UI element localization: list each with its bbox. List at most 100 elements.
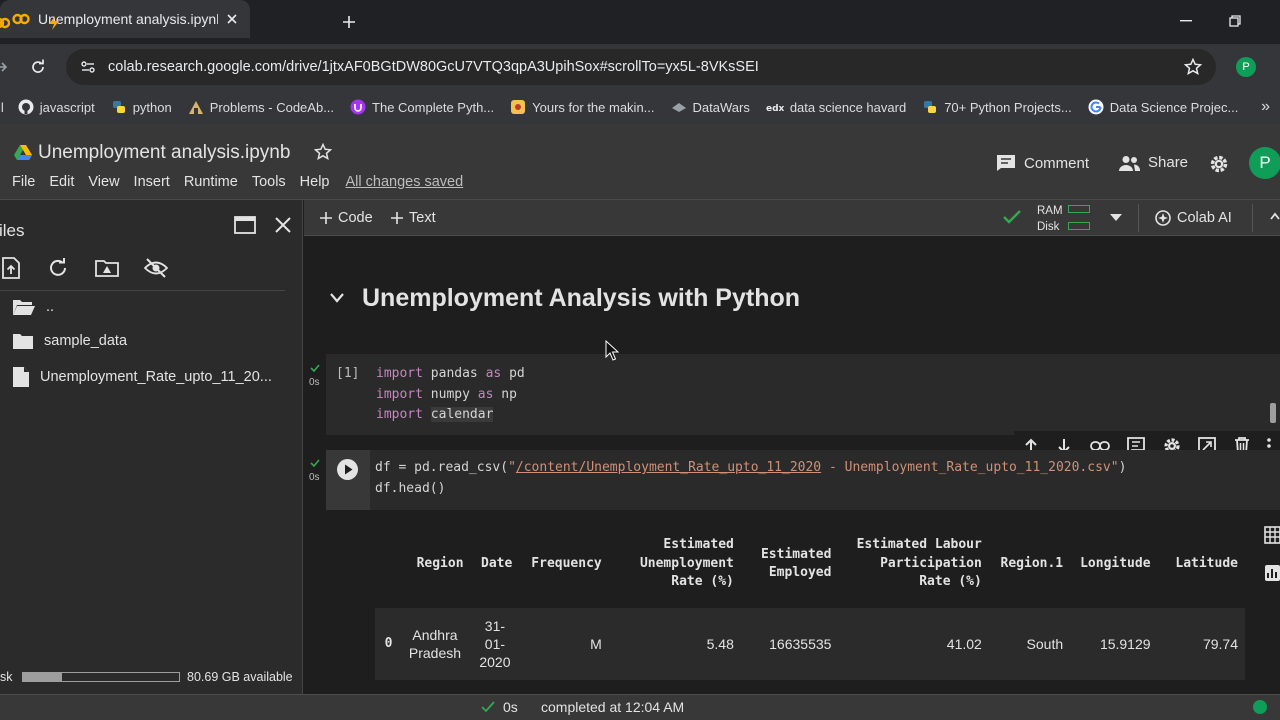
disk-available: 80.69 GB available xyxy=(187,670,293,684)
forward-arrow-icon[interactable] xyxy=(0,60,8,74)
bookmark-datawars[interactable]: DataWars xyxy=(671,99,750,115)
cell-labour-participation: 41.02 xyxy=(838,608,989,680)
pinned-tab-2[interactable] xyxy=(46,10,62,36)
section-heading[interactable]: Unemployment Analysis with Python xyxy=(362,284,800,313)
resources-labels[interactable]: RAM Disk xyxy=(1037,203,1063,235)
close-sidebar-icon[interactable] xyxy=(275,217,291,233)
menu-file[interactable]: File xyxy=(12,174,35,190)
hide-files-eye-icon[interactable] xyxy=(144,257,168,279)
bookmark-cut-label[interactable]: il xyxy=(0,100,4,115)
menu-insert[interactable]: Insert xyxy=(134,174,170,190)
udemy-icon xyxy=(350,99,366,115)
bookmark-complete-python[interactable]: The Complete Pyth... xyxy=(350,99,494,115)
folder-icon xyxy=(13,334,33,349)
toolbar-divider xyxy=(1138,204,1139,232)
add-text-button[interactable]: Text xyxy=(391,210,436,226)
colab-logo-icon xyxy=(12,13,30,25)
omnibox[interactable]: colab.research.google.com/drive/1jtxAF0B… xyxy=(66,49,1216,85)
add-code-button[interactable]: Code xyxy=(320,210,373,226)
column-header-region: Region xyxy=(416,555,464,571)
tab-unemployment-analysis[interactable]: Unemployment analysis.ipynb xyxy=(0,0,250,38)
collapse-header-chevron-icon[interactable] xyxy=(1270,212,1280,220)
file-row-sample-data[interactable]: sample_data xyxy=(12,332,127,350)
run-cell-button[interactable] xyxy=(337,459,358,480)
comment-button[interactable]: Comment xyxy=(996,154,1089,172)
cell-date: 31-01-2020 xyxy=(470,608,520,680)
file-row-unemployment-csv[interactable]: Unemployment_Rate_upto_11_20... xyxy=(12,366,272,388)
cell-longitude: 15.9129 xyxy=(1070,608,1158,680)
cell-success-check-icon xyxy=(310,364,320,372)
runtime-dropdown-chevron-icon[interactable] xyxy=(1110,214,1122,222)
user-avatar[interactable]: P xyxy=(1249,147,1280,179)
bookmark-javascript[interactable]: javascript xyxy=(18,99,95,115)
notebook-title[interactable]: Unemployment analysis.ipynb xyxy=(38,142,290,164)
more-bookmarks-chevron-icon[interactable]: » xyxy=(1261,98,1270,116)
menu-edit[interactable]: Edit xyxy=(49,174,74,190)
bookmark-data-science-havard[interactable]: edx data science havard xyxy=(766,100,906,115)
menu-help[interactable]: Help xyxy=(300,174,330,190)
status-message[interactable]: completed at 12:04 AM xyxy=(541,699,684,715)
column-header-employed: Estimated Employed xyxy=(760,546,832,581)
share-button[interactable]: Share xyxy=(1118,154,1188,171)
collapse-section-chevron-icon[interactable] xyxy=(330,293,344,303)
menu-tools[interactable]: Tools xyxy=(252,174,286,190)
cell-employed: 16635535 xyxy=(740,608,839,680)
bookmark-star-icon[interactable] xyxy=(1184,58,1202,76)
share-people-icon xyxy=(1119,155,1140,171)
plus-icon xyxy=(391,212,403,224)
toolbar-divider xyxy=(1252,204,1253,232)
status-exec-time: 0s xyxy=(503,699,518,715)
save-status[interactable]: All changes saved xyxy=(346,174,464,190)
disk-usage-fill xyxy=(23,673,62,681)
code-editor[interactable]: df = pd.read_csv("/content/Unemployment_… xyxy=(375,458,1126,499)
bookmark-label: Yours for the makin... xyxy=(532,99,655,115)
menu-runtime[interactable]: Runtime xyxy=(184,174,238,190)
codeabbey-icon xyxy=(188,101,203,114)
close-tab-icon[interactable] xyxy=(226,13,238,25)
colab-ai-label: Colab AI xyxy=(1177,210,1232,226)
mount-drive-icon[interactable] xyxy=(95,259,119,277)
bookmark-label: data science havard xyxy=(789,99,907,115)
bookmark-python-projects[interactable]: 70+ Python Projects... xyxy=(922,99,1072,115)
bookmark-codeabbey[interactable]: Problems - CodeAb... xyxy=(188,99,334,115)
settings-gear-icon[interactable] xyxy=(1209,154,1229,174)
cell-scrollbar[interactable] xyxy=(1270,403,1276,423)
upload-file-icon[interactable] xyxy=(2,257,20,279)
bookmark-yours-for-the-making[interactable]: Yours for the makin... xyxy=(510,99,655,115)
menu-view[interactable]: View xyxy=(88,174,119,190)
disk-meter xyxy=(1068,222,1090,230)
minimize-icon[interactable] xyxy=(1180,20,1192,22)
site-settings-icon[interactable] xyxy=(80,59,96,75)
column-header-labour-participation: Estimated Labour Participation Rate (%) xyxy=(856,537,982,590)
code-cell-imports[interactable]: [1] import pandas as pd import numpy as … xyxy=(326,354,1280,435)
file-row-parent[interactable]: .. xyxy=(12,298,54,316)
bookmark-data-science-projects[interactable]: Data Science Projec... xyxy=(1088,99,1238,115)
lightning-icon xyxy=(49,16,59,30)
restore-icon[interactable] xyxy=(1229,15,1241,27)
colab-ai-button[interactable]: Colab AI xyxy=(1155,210,1232,226)
profile-avatar[interactable]: P xyxy=(1236,57,1256,77)
refresh-icon[interactable] xyxy=(48,258,68,278)
pinned-tab-colab[interactable] xyxy=(0,10,10,36)
suggest-charts-icon[interactable] xyxy=(1264,564,1280,582)
open-in-tab-icon[interactable] xyxy=(234,216,256,234)
column-header-region-1: Region.1 xyxy=(1000,555,1064,571)
reload-icon[interactable] xyxy=(30,59,46,75)
code-cell-read-csv[interactable]: df = pd.read_csv("/content/Unemployment_… xyxy=(370,450,1280,510)
column-header-frequency: Frequency xyxy=(531,555,602,571)
share-label: Share xyxy=(1148,154,1189,171)
star-icon[interactable] xyxy=(314,143,332,161)
mouse-cursor-icon xyxy=(605,340,619,361)
new-tab-plus-icon[interactable] xyxy=(342,15,356,29)
menu-bar: File Edit View Insert Runtime Tools Help… xyxy=(12,174,463,190)
convert-to-table-icon[interactable] xyxy=(1264,526,1280,544)
cell-frequency: M xyxy=(519,608,609,680)
row-index: 0 xyxy=(375,608,400,680)
code-editor[interactable]: import pandas as pd import numpy as np i… xyxy=(376,364,525,426)
url-text[interactable]: colab.research.google.com/drive/1jtxAF0B… xyxy=(108,59,1172,75)
bookmarks-bar: il javascript python Problems - CodeAb..… xyxy=(0,90,1280,124)
bookmark-python[interactable]: python xyxy=(111,99,172,115)
bookmark-label: python xyxy=(132,99,172,115)
disk-resource-label: Disk xyxy=(1037,221,1060,233)
file-name: sample_data xyxy=(44,333,128,349)
